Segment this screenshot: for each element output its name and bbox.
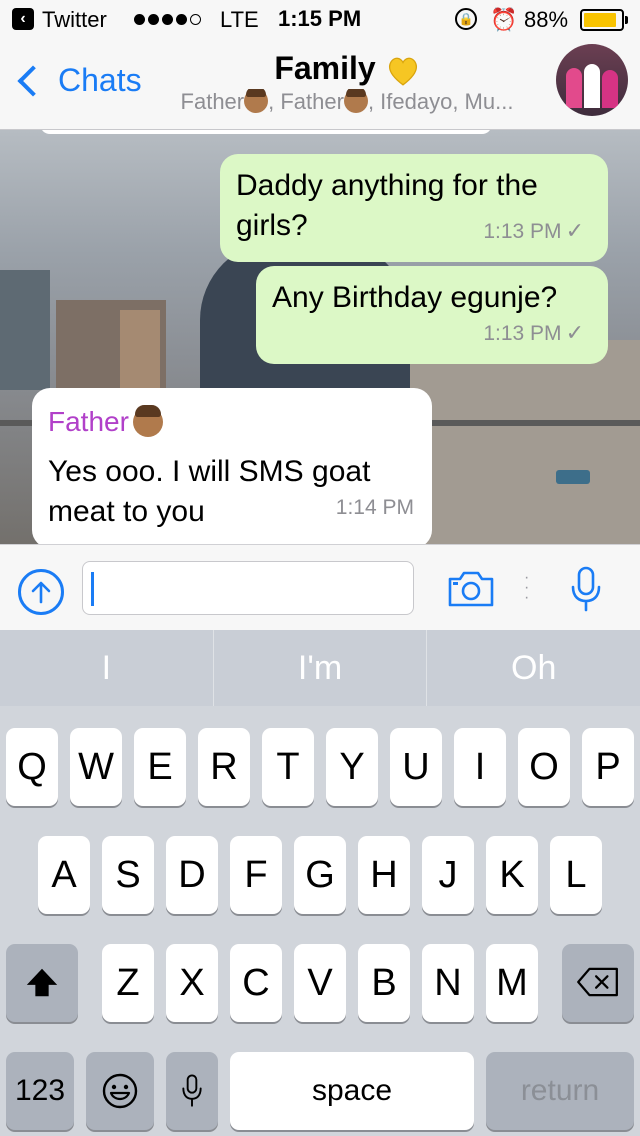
key-e[interactable]: E <box>134 728 186 806</box>
message-text: Daddy anything for the <box>236 169 538 202</box>
key-j[interactable]: J <box>422 836 474 914</box>
network-type: LTE <box>220 7 259 32</box>
key-l[interactable]: L <box>550 836 602 914</box>
message-text: Yes ooo. I will SMS goat <box>48 455 371 488</box>
key-r[interactable]: R <box>198 728 250 806</box>
group-info-button[interactable]: Family Father , Father , Ifedayo, Mu... <box>152 50 542 115</box>
battery-icon <box>580 9 628 31</box>
key-u[interactable]: U <box>390 728 442 806</box>
message-meta: 1:13 PM ✓ <box>483 313 584 354</box>
alarm-icon: ⏰ <box>490 7 518 32</box>
battery-percent: 88% <box>524 7 569 32</box>
message-input[interactable] <box>82 561 414 615</box>
suggestion-1[interactable]: I <box>0 630 214 706</box>
chat-thread[interactable]: Daddy anything for the girls? 1:13 PM ✓ A… <box>0 130 640 544</box>
signal-strength-icon <box>134 14 201 25</box>
message-meta: 1:13 PM ✓ <box>483 211 584 252</box>
group-avatar[interactable] <box>556 44 628 116</box>
status-bar: ‹ Twitter LTE 1:15 PM 🔒 ⏰ 88% <box>0 0 640 40</box>
sent-check-icon: ✓ <box>565 218 584 243</box>
wallpaper-building <box>120 310 160 390</box>
battery-fill <box>584 13 616 27</box>
yellow-heart-icon <box>386 54 420 88</box>
microphone-icon <box>182 1074 202 1107</box>
text-caret <box>91 572 94 606</box>
key-t[interactable]: T <box>262 728 314 806</box>
key-a[interactable]: A <box>38 836 90 914</box>
back-to-app-label[interactable]: Twitter <box>42 7 107 33</box>
sender-name[interactable]: Father <box>48 402 416 442</box>
incoming-message[interactable]: Father Yes ooo. I will SMS goat meat to … <box>32 388 432 544</box>
key-b[interactable]: B <box>358 944 410 1022</box>
emoji-key[interactable] <box>86 1052 154 1130</box>
numbers-key[interactable]: 123 <box>6 1052 74 1130</box>
sent-check-icon: ✓ <box>565 320 584 345</box>
key-k[interactable]: K <box>486 836 538 914</box>
arrow-up-icon <box>31 581 51 604</box>
delete-key[interactable] <box>562 944 634 1022</box>
message-time: 1:14 PM <box>335 496 414 519</box>
previous-message-bubble[interactable] <box>40 130 492 134</box>
suggestion-2[interactable]: I'm <box>214 630 428 706</box>
clock: 1:15 PM <box>278 6 362 31</box>
key-p[interactable]: P <box>582 728 634 806</box>
key-z[interactable]: Z <box>102 944 154 1022</box>
key-n[interactable]: N <box>422 944 474 1022</box>
outgoing-message[interactable]: Any Birthday egunje? 1:13 PM ✓ <box>256 266 608 364</box>
space-key[interactable]: space <box>230 1052 474 1130</box>
group-members: Father , Father , Ifedayo, Mu... <box>152 89 542 115</box>
attach-upload-button[interactable] <box>18 569 64 615</box>
key-o[interactable]: O <box>518 728 570 806</box>
key-x[interactable]: X <box>166 944 218 1022</box>
key-f[interactable]: F <box>230 836 282 914</box>
key-c[interactable]: C <box>230 944 282 1022</box>
back-to-chats-button[interactable]: Chats <box>14 62 142 99</box>
group-name: Family <box>274 50 376 86</box>
wallpaper-building <box>0 270 50 390</box>
camera-icon[interactable] <box>446 569 496 609</box>
back-to-app-icon[interactable]: ‹ <box>12 8 34 30</box>
member-name: , Father <box>268 89 344 114</box>
man-emoji-icon <box>343 89 368 113</box>
key-i[interactable]: I <box>454 728 506 806</box>
conversation-header: Chats Family Father , Father , Ifedayo, Mu… <box>0 40 640 130</box>
message-text: Any Birthday egunje? <box>272 281 558 314</box>
member-name: Father <box>180 89 245 114</box>
key-d[interactable]: D <box>166 836 218 914</box>
emoji-icon <box>102 1073 138 1109</box>
member-names-rest: , Ifedayo, Mu... <box>367 89 514 114</box>
dictation-key[interactable] <box>166 1052 218 1130</box>
sender-name-text: Father <box>48 406 129 437</box>
key-m[interactable]: M <box>486 944 538 1022</box>
rotation-lock-icon: 🔒 <box>455 8 477 30</box>
divider-dots: · · · <box>524 569 530 606</box>
key-v[interactable]: V <box>294 944 346 1022</box>
key-g[interactable]: G <box>294 836 346 914</box>
chevron-left-icon <box>17 64 49 97</box>
key-w[interactable]: W <box>70 728 122 806</box>
wallpaper-water <box>400 340 640 544</box>
suggestion-3[interactable]: Oh <box>427 630 640 706</box>
shift-key[interactable] <box>6 944 78 1022</box>
message-time: 1:13 PM <box>483 322 562 345</box>
wallpaper-boat <box>556 470 590 484</box>
key-h[interactable]: H <box>358 836 410 914</box>
return-key[interactable]: return <box>486 1052 634 1130</box>
outgoing-message[interactable]: Daddy anything for the girls? 1:13 PM ✓ <box>220 154 608 262</box>
man-emoji-icon <box>244 89 269 113</box>
backspace-icon <box>577 967 618 997</box>
composer-bar: · · · <box>0 544 640 630</box>
key-q[interactable]: Q <box>6 728 58 806</box>
man-emoji-icon <box>132 405 163 437</box>
key-y[interactable]: Y <box>326 728 378 806</box>
keyboard: Q W E R T Y U I O P A S D F G H J K L Z … <box>0 706 640 1136</box>
shift-arrow-icon <box>26 968 58 997</box>
key-s[interactable]: S <box>102 836 154 914</box>
predictive-suggestions: I I'm Oh <box>0 630 640 706</box>
back-button-label: Chats <box>58 62 142 98</box>
message-time: 1:13 PM <box>483 220 562 243</box>
microphone-icon[interactable] <box>566 565 606 613</box>
